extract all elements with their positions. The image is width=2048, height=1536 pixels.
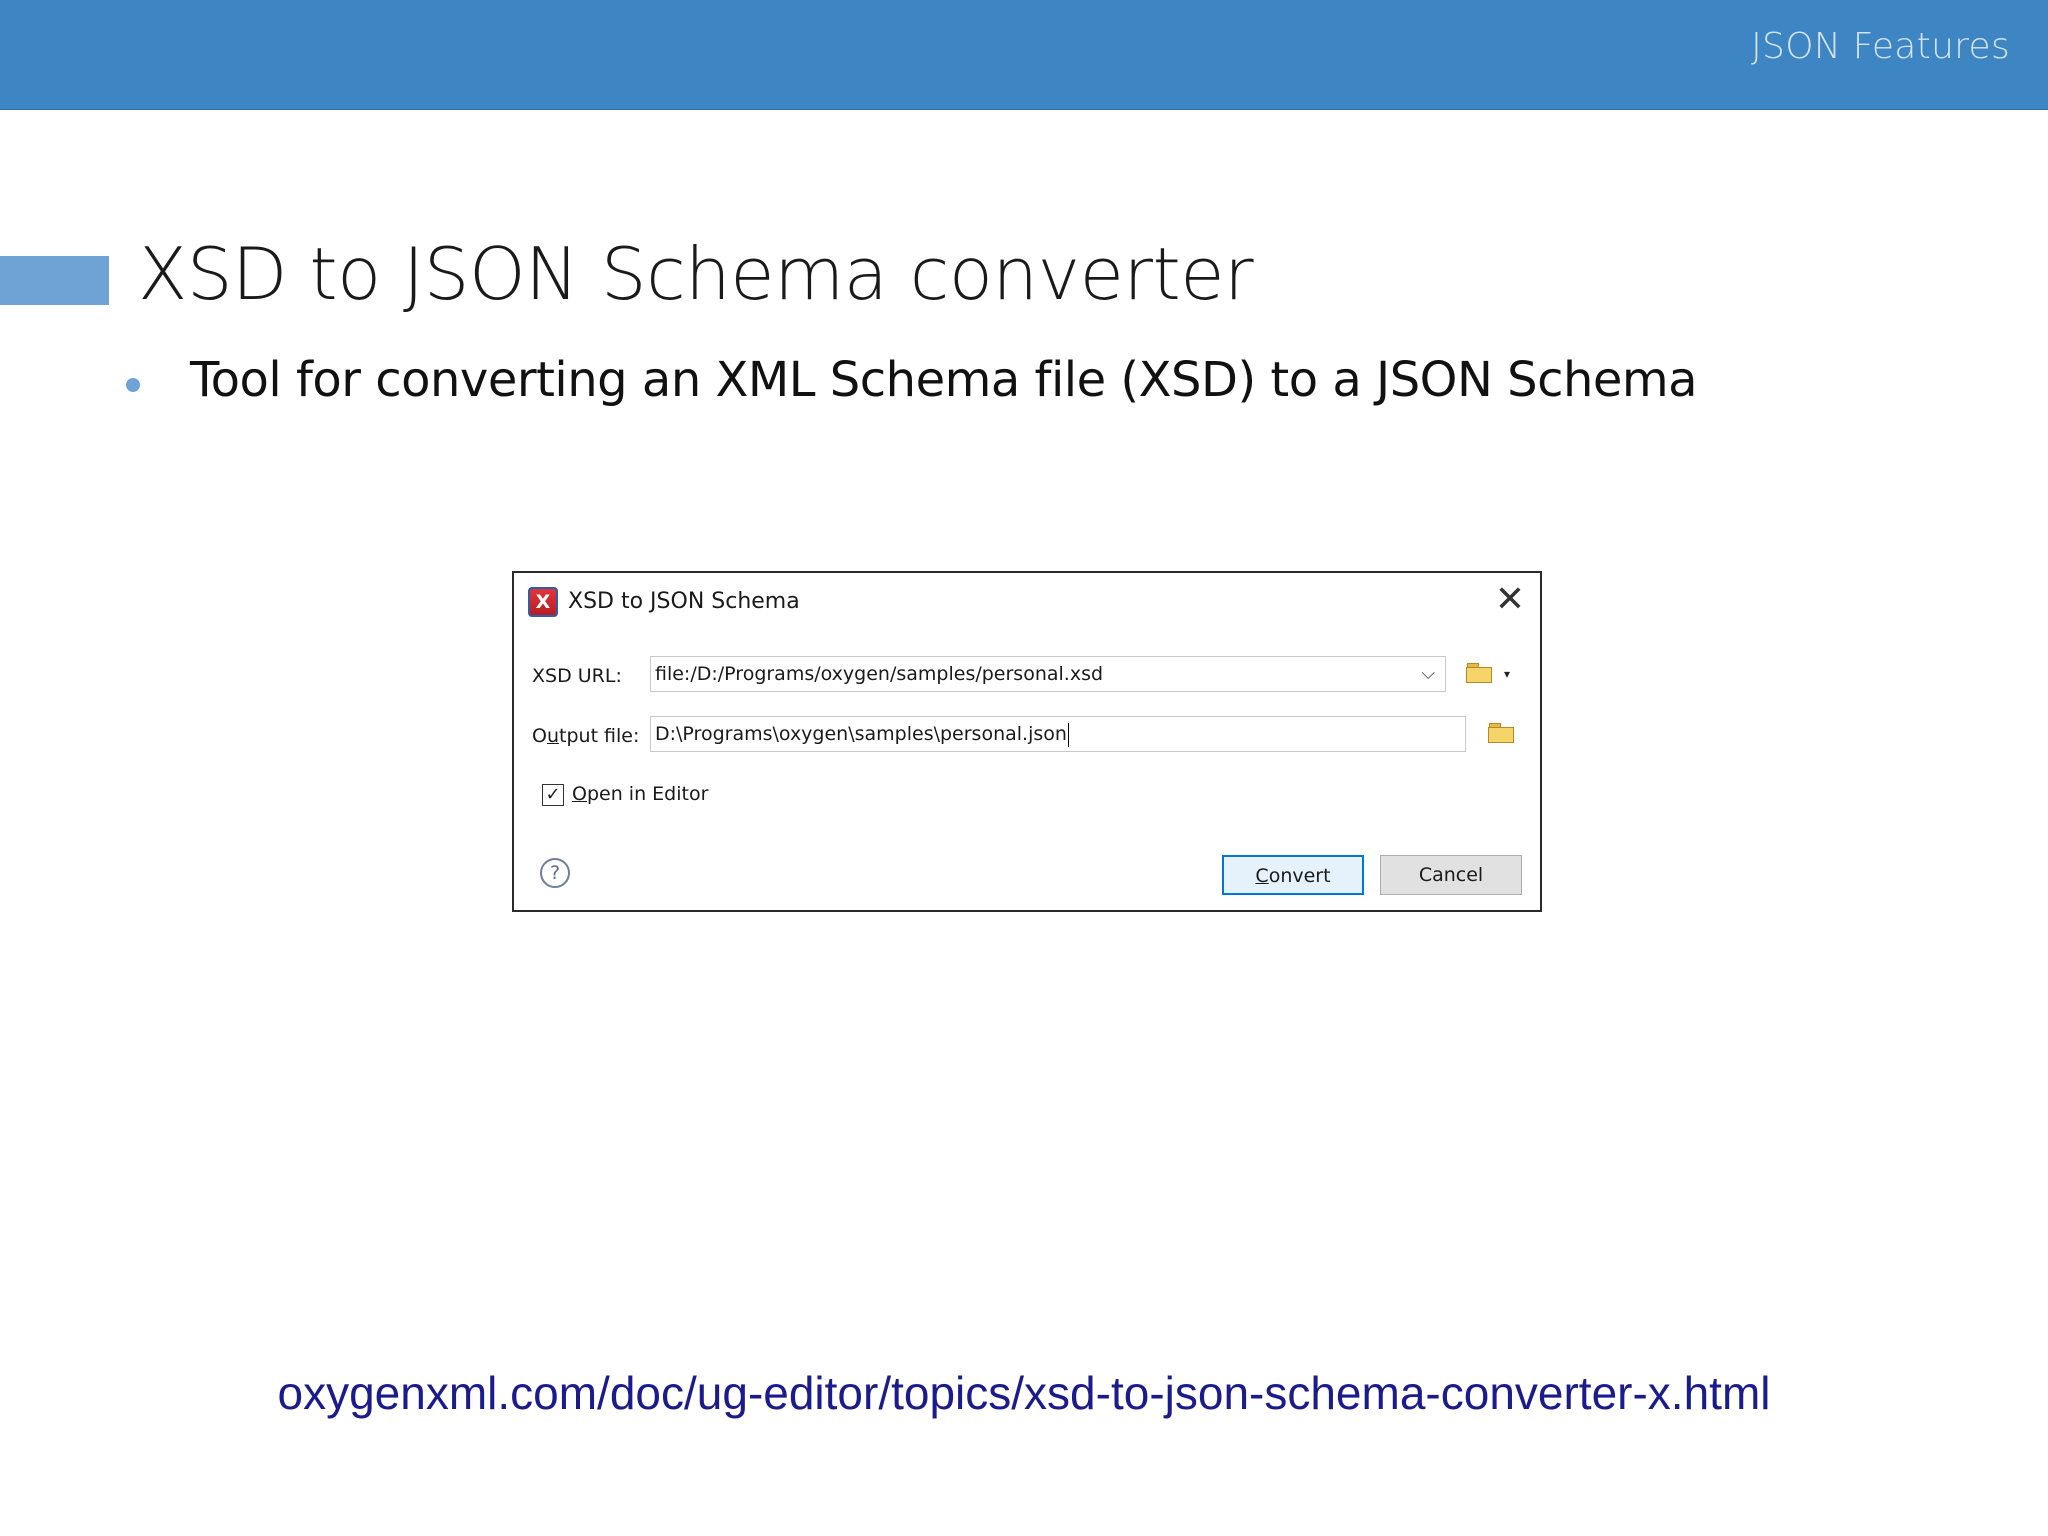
documentation-link[interactable]: oxygenxml.com/doc/ug-editor/topics/xsd-t… — [0, 1366, 2048, 1420]
slide-title: XSD to JSON Schema converter — [138, 232, 1254, 316]
xsd-url-label: XSD URL: — [532, 665, 622, 687]
chevron-down-icon[interactable]: ⌵ — [1421, 657, 1435, 691]
close-icon[interactable]: ✕ — [1490, 581, 1530, 621]
bullet-icon — [126, 378, 140, 392]
open-in-editor-label[interactable]: Open in Editor — [572, 783, 708, 805]
xsd-url-combo[interactable]: file:/D:/Programs/oxygen/samples/persona… — [650, 656, 1446, 692]
help-icon[interactable]: ? — [540, 858, 570, 888]
title-accent-bar — [0, 256, 109, 305]
xsd-to-json-dialog: X XSD to JSON Schema ✕ XSD URL: file:/D:… — [512, 571, 1542, 912]
bullet-text: Tool for converting an XML Schema file (… — [190, 352, 1698, 408]
section-label: JSON Features — [1751, 26, 2010, 67]
oxygen-app-icon: X — [528, 587, 558, 617]
output-file-field[interactable]: D:\Programs\oxygen\samples\personal.json — [650, 716, 1466, 752]
text-cursor — [1067, 722, 1069, 747]
output-file-value: D:\Programs\oxygen\samples\personal.json — [655, 723, 1067, 745]
folder-icon[interactable] — [1466, 663, 1492, 683]
xsd-url-value: file:/D:/Programs/oxygen/samples/persona… — [655, 663, 1104, 685]
folder-icon[interactable] — [1488, 723, 1514, 743]
dialog-title: XSD to JSON Schema — [568, 589, 800, 614]
slide-header-bar: JSON Features — [0, 0, 2048, 110]
convert-button[interactable]: Convert — [1222, 855, 1364, 895]
output-file-label: Output file: — [532, 725, 640, 747]
open-in-editor-checkbox[interactable]: ✓ — [542, 784, 564, 806]
browse-menu-caret-icon[interactable]: ▾ — [1504, 667, 1510, 681]
cancel-button[interactable]: Cancel — [1380, 855, 1522, 895]
